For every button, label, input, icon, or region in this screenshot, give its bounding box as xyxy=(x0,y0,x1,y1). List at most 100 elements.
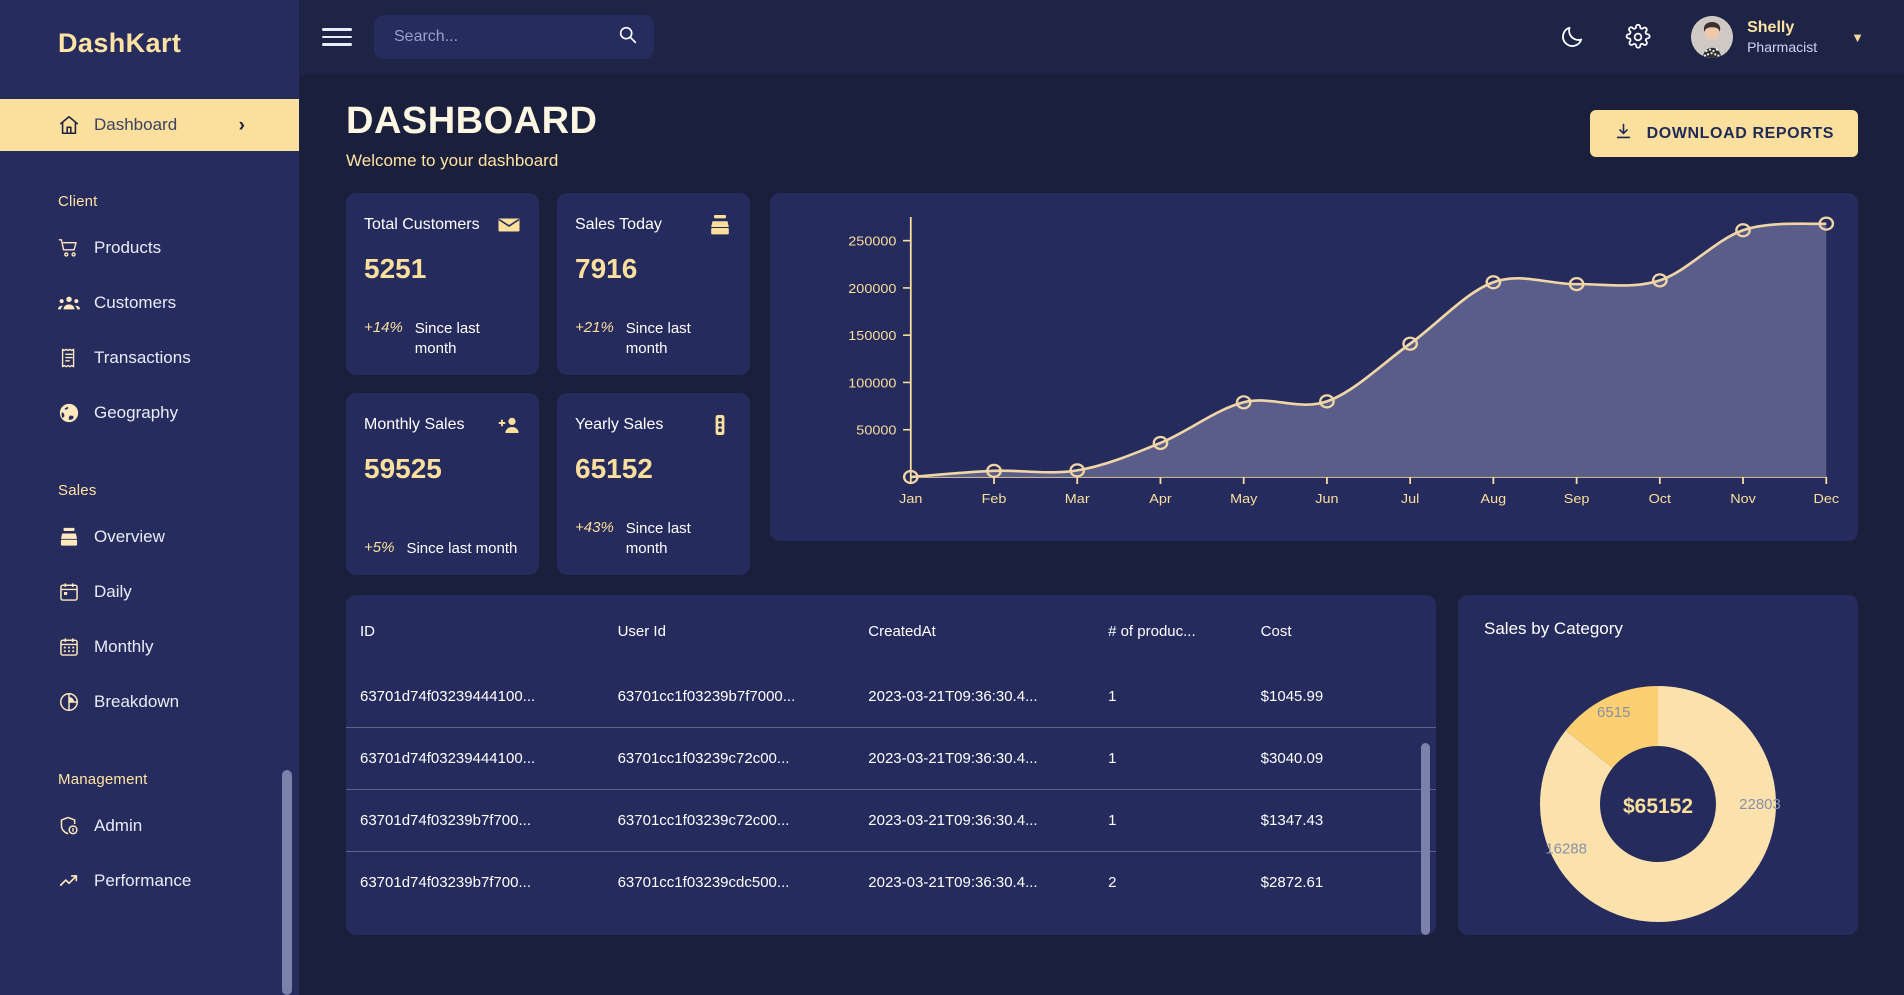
svg-text:Jun: Jun xyxy=(1315,492,1338,506)
cell-cost: $1347.43 xyxy=(1250,789,1436,852)
cell-user-id: 63701cc1f03239c72c00... xyxy=(607,727,859,790)
topbar: Shelly Pharmacist ▼ xyxy=(300,0,1904,74)
cell-id: 63701d74f03239b7f700... xyxy=(346,851,608,913)
stat-percent: +21% xyxy=(575,318,614,336)
hamburger-icon[interactable] xyxy=(322,28,352,46)
shopping-cart-icon xyxy=(58,237,94,259)
sidebar-item-label: Customers xyxy=(94,292,177,312)
stat-card-header: Monthly Sales xyxy=(364,413,521,437)
stats-and-chart-row: Total Customers 5251 +14% Since last mon… xyxy=(300,171,1904,575)
cell-user-id: 63701cc1f03239b7f7000... xyxy=(617,688,796,705)
receipt-icon xyxy=(58,347,94,369)
stat-note: Since last month xyxy=(414,319,480,357)
stat-label: Total Customers xyxy=(364,216,480,233)
sidebar-section-management: Management xyxy=(58,771,148,788)
sidebar-item-label: Daily xyxy=(94,581,132,601)
sidebar-item-overview[interactable]: Overview xyxy=(0,509,300,564)
cell-createdat: 2023-03-21T09:36:30.4... xyxy=(858,851,1099,913)
cell-createdat: 2023-03-21T09:36:30.4... xyxy=(868,688,1038,705)
stat-footer: +43% Since last month xyxy=(575,519,732,560)
svg-text:Feb: Feb xyxy=(982,492,1007,506)
pie-chart-icon xyxy=(58,691,94,713)
table-row[interactable]: 63701d74f03239444100... 63701cc1f03239c7… xyxy=(346,727,1436,790)
donut-chart-title: Sales by Category xyxy=(1484,619,1623,638)
person-add-icon xyxy=(497,413,521,437)
cell-id: 63701d74f03239444100... xyxy=(360,688,536,705)
cell-products: 2 xyxy=(1098,851,1251,913)
column-header-products[interactable]: # of produc... xyxy=(1098,595,1251,666)
download-reports-button[interactable]: DOWNLOAD REPORTS xyxy=(1589,110,1858,157)
table-row[interactable]: 63701d74f03239444100... 63701cc1f03239b7… xyxy=(346,666,1436,728)
chevron-right-icon: › xyxy=(238,114,245,136)
globe-icon xyxy=(58,402,94,424)
user-name: Shelly xyxy=(1747,18,1795,36)
monthly-sales-chart-card: 50000 100000 150000 200000 250000 Jan Feb Mar Ap… xyxy=(770,193,1858,541)
column-header-createdat[interactable]: CreatedAt xyxy=(858,595,1098,666)
sidebar-item-monthly[interactable]: Monthly xyxy=(0,619,300,674)
topbar-actions: Shelly Pharmacist ▼ xyxy=(1559,16,1864,58)
svg-text:250000: 250000 xyxy=(848,234,896,248)
stat-value: 65152 xyxy=(575,453,653,484)
svg-text:150000: 150000 xyxy=(848,329,896,343)
transactions-table: ID User Id CreatedAt # of produc... Cost… xyxy=(346,595,1436,913)
svg-text:Apr: Apr xyxy=(1149,492,1172,506)
sidebar-item-admin[interactable]: Admin xyxy=(0,798,300,853)
sidebar-item-dashboard[interactable]: Dashboard › xyxy=(0,99,300,151)
table-row[interactable]: 63701d74f03239b7f700... 63701cc1f03239cd… xyxy=(346,851,1436,913)
dark-mode-moon-icon[interactable] xyxy=(1559,24,1585,50)
sidebar-item-label: Products xyxy=(94,237,162,257)
sidebar-item-breakdown[interactable]: Breakdown xyxy=(0,674,300,729)
stat-value: 7916 xyxy=(575,253,638,284)
search-container[interactable] xyxy=(374,15,654,59)
svg-text:Aug: Aug xyxy=(1481,492,1507,506)
svg-text:50000: 50000 xyxy=(856,423,896,437)
stat-card-header: Sales Today xyxy=(575,213,732,237)
sidebar-inner: DashKart Dashboard › Client Products Cus… xyxy=(0,0,300,995)
svg-text:22803: 22803 xyxy=(1739,796,1781,813)
stat-card-monthly-sales: Monthly Sales 59525 +5% Since last month xyxy=(346,393,539,575)
brand-logo: DashKart xyxy=(58,28,182,58)
stat-footer: +14% Since last month xyxy=(364,319,521,360)
sidebar-item-performance[interactable]: Performance xyxy=(0,853,300,908)
traffic-light-icon xyxy=(708,413,732,437)
column-header-id[interactable]: ID xyxy=(346,595,608,666)
stat-card-header: Yearly Sales xyxy=(575,413,732,437)
sidebar-item-label: Overview xyxy=(94,526,165,546)
table-header-row: ID User Id CreatedAt # of produc... Cost xyxy=(346,595,1436,666)
search-icon[interactable] xyxy=(617,24,638,50)
sidebar-item-transactions[interactable]: Transactions xyxy=(0,330,300,385)
sidebar-item-label: Performance xyxy=(94,870,192,890)
sidebar-item-daily[interactable]: Daily xyxy=(0,564,300,619)
sidebar-item-label: Geography xyxy=(94,402,179,422)
page-header: DASHBOARD Welcome to your dashboard DOWN… xyxy=(300,74,1904,171)
svg-text:16288: 16288 xyxy=(1545,840,1587,857)
stat-cards: Total Customers 5251 +14% Since last mon… xyxy=(346,193,750,575)
svg-text:Oct: Oct xyxy=(1649,492,1672,506)
cell-cost: $3040.09 xyxy=(1250,727,1436,790)
search-input[interactable] xyxy=(394,28,607,46)
download-icon xyxy=(1614,122,1633,146)
table-body: 63701d74f03239444100... 63701cc1f03239b7… xyxy=(346,666,1436,913)
point-of-sale-icon xyxy=(708,213,732,237)
table-row[interactable]: 63701d74f03239b7f700... 63701cc1f03239c7… xyxy=(346,789,1436,852)
sidebar-scrollbar-thumb[interactable] xyxy=(282,770,292,995)
svg-text:Jan: Jan xyxy=(899,492,922,506)
stat-card-total-customers: Total Customers 5251 +14% Since last mon… xyxy=(346,193,539,375)
table-scrollbar-thumb[interactable] xyxy=(1421,743,1430,935)
column-header-cost[interactable]: Cost xyxy=(1251,595,1436,666)
table-and-donut-row: ID User Id CreatedAt # of produc... Cost… xyxy=(300,575,1904,935)
cell-products: 1 xyxy=(1098,727,1251,790)
sidebar-item-geography[interactable]: Geography xyxy=(0,385,300,440)
arrow-drop-down-icon[interactable]: ▼ xyxy=(1851,30,1864,45)
cell-products: 1 xyxy=(1098,789,1251,852)
column-header-user-id[interactable]: User Id xyxy=(608,595,859,666)
profile-menu[interactable]: Shelly Pharmacist ▼ xyxy=(1691,16,1864,58)
gear-icon[interactable] xyxy=(1625,24,1651,50)
sidebar-item-products[interactable]: Products xyxy=(0,220,300,275)
svg-text:6515: 6515 xyxy=(1597,704,1630,721)
cell-cost: $1045.99 xyxy=(1260,688,1324,705)
sidebar-item-customers[interactable]: Customers xyxy=(0,275,300,330)
page-subtitle: Welcome to your dashboard xyxy=(346,151,559,170)
stat-note: Since last month xyxy=(625,519,691,557)
profile-text: Shelly Pharmacist xyxy=(1747,18,1817,56)
